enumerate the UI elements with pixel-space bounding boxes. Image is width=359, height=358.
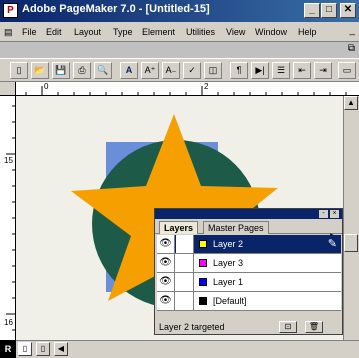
vertical-scrollbar[interactable]: ▲ (343, 96, 359, 340)
new-layer-icon[interactable]: ⊡ (279, 321, 297, 333)
panel-close-button[interactable]: × (330, 210, 339, 218)
delete-layer-icon[interactable]: 🗑 (305, 321, 323, 333)
lock-toggle[interactable] (176, 273, 194, 291)
layer-color-swatch (199, 297, 207, 305)
new-icon[interactable]: ▯ (10, 62, 28, 79)
increase-indent-icon[interactable]: ⇥ (314, 62, 332, 79)
menu-file[interactable]: File (22, 27, 37, 37)
status-text: Layer 2 targeted (159, 322, 225, 332)
menu-layout[interactable]: Layout (74, 27, 101, 37)
close-button[interactable]: ✕ (340, 3, 356, 18)
open-icon[interactable]: 📂 (31, 62, 49, 79)
find-icon[interactable]: 🔍 (94, 62, 112, 79)
tab-layers[interactable]: Layers (159, 221, 199, 234)
scroll-thumb[interactable] (344, 234, 358, 252)
layer-row[interactable]: 👁 [Default] (157, 292, 341, 311)
layer-name: Layer 1 (213, 277, 244, 287)
ruler-ticks (6, 105, 16, 331)
tab-master-pages[interactable]: Master Pages (203, 221, 269, 234)
lock-toggle[interactable] (176, 254, 194, 272)
menu-window[interactable]: Window (255, 27, 287, 37)
ruler-label: 16 (4, 318, 13, 327)
ruler-label: 15 (4, 156, 13, 165)
layer-color-swatch (199, 259, 207, 267)
horizontal-ruler[interactable]: 0 2 (16, 82, 359, 96)
print-icon[interactable]: ⎙ (73, 62, 91, 79)
maximize-button[interactable]: □ (321, 3, 337, 18)
decrease-indent-icon[interactable]: ⇤ (293, 62, 311, 79)
page-icon-alt[interactable]: ▯ (36, 342, 50, 356)
page-icon[interactable]: ▯ (18, 342, 32, 356)
bullets-icon[interactable]: ☰ (272, 62, 290, 79)
ruler-ticks (25, 86, 347, 96)
eye-icon[interactable]: 👁 (157, 273, 175, 291)
menu-element[interactable]: Element (142, 27, 175, 37)
vertical-ruler[interactable]: 15 16 (0, 96, 16, 340)
ruler-label: 2 (204, 82, 209, 91)
menu-utilities[interactable]: Utilities (186, 27, 215, 37)
menu-view[interactable]: View (226, 27, 245, 37)
minimize-button[interactable]: _ (304, 3, 320, 18)
ruler-origin[interactable] (0, 82, 16, 96)
spell-check-icon[interactable]: ✓ (183, 62, 201, 79)
layer-name: Layer 2 (213, 239, 244, 249)
eye-icon[interactable]: 👁 (157, 292, 175, 310)
menu-edit[interactable]: Edit (46, 27, 62, 37)
panel-title-bar[interactable]: - × (155, 209, 342, 219)
scroll-left-arrow-icon[interactable]: ◀ (54, 342, 68, 356)
ruler-label: 0 (44, 82, 49, 91)
type-specs-icon[interactable]: A (120, 62, 138, 79)
layer-name: Layer 3 (213, 258, 244, 268)
lock-toggle[interactable] (176, 235, 194, 253)
doc-minimize-button[interactable]: _ (349, 25, 355, 36)
toolbar: ▯ 📂 💾 ⎙ 🔍 A A⁺ A₋ ✓ ◫ ¶ ▶| ☰ ⇤ ⇥ ▭ (0, 58, 359, 82)
layer-color-swatch (199, 278, 207, 286)
layer-row[interactable]: 👁 Layer 3 (157, 254, 341, 273)
save-icon[interactable]: 💾 (52, 62, 70, 79)
layers-panel: - × Layers Master Pages ▶ 👁 Layer 2 ✎ 👁 … (154, 208, 343, 335)
layer-row[interactable]: 👁 Layer 1 (157, 273, 341, 292)
style-icon[interactable]: ◫ (204, 62, 222, 79)
superscript-icon[interactable]: A⁺ (141, 62, 159, 79)
layer-row[interactable]: 👁 Layer 2 ✎ (157, 235, 341, 254)
pen-icon: ✎ (327, 238, 337, 250)
more-icon[interactable]: ▭ (338, 62, 356, 79)
doc-restore-button[interactable]: ⧉ (348, 43, 355, 54)
panel-tabs: Layers Master Pages ▶ (155, 219, 342, 241)
indents-icon[interactable]: ▶| (251, 62, 269, 79)
lock-toggle[interactable] (176, 292, 194, 310)
subscript-icon[interactable]: A₋ (162, 62, 180, 79)
scroll-up-arrow-icon[interactable]: ▲ (344, 96, 358, 110)
pagemaker-app-icon[interactable]: P (3, 3, 18, 18)
panel-status-bar: Layer 2 targeted ⊡ 🗑 (157, 321, 341, 334)
menu-type[interactable]: Type (113, 27, 133, 37)
panel-minimize-button[interactable]: - (319, 210, 328, 218)
window-title: Adobe PageMaker 7.0 - [Untitled-15] (22, 3, 210, 15)
horizontal-scrollbar[interactable]: ▯ ▯ ◀ (16, 340, 359, 358)
doc-icon[interactable]: ▤ (4, 27, 13, 38)
eye-icon[interactable]: 👁 (157, 235, 175, 253)
paragraph-icon[interactable]: ¶ (230, 62, 248, 79)
layer-name: [Default] (213, 296, 247, 306)
menu-bar: ▤ File Edit Layout Type Element Utilitie… (0, 22, 359, 42)
eye-icon[interactable]: 👁 (157, 254, 175, 272)
layer-color-swatch (199, 240, 207, 248)
page-icon-right[interactable]: R (0, 340, 16, 358)
menu-help[interactable]: Help (298, 27, 317, 37)
